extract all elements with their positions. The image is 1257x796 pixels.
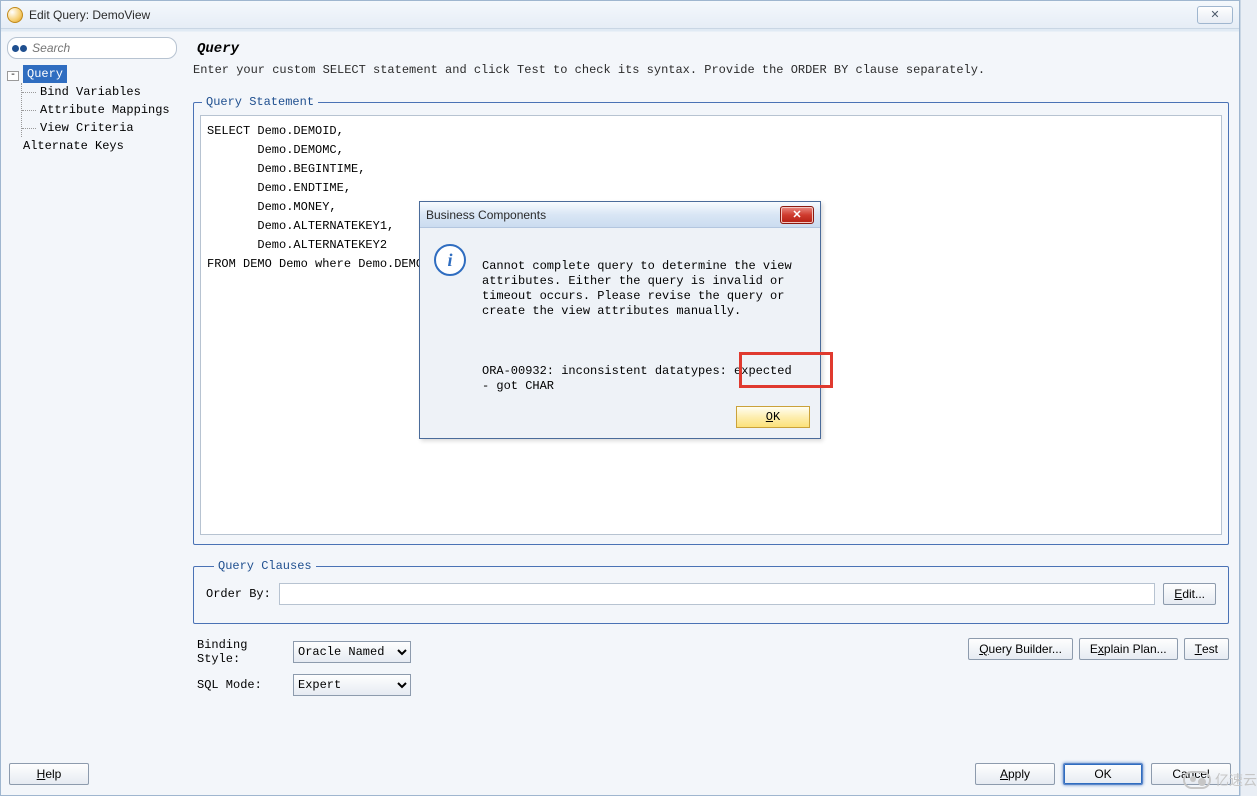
window: Edit Query: DemoView ✕ -Query Bind Varia… xyxy=(0,0,1240,796)
query-statement-legend: Query Statement xyxy=(202,95,318,109)
query-clauses-legend: Query Clauses xyxy=(214,559,316,573)
lower-controls: Binding Style: Oracle Named SQL Mode: Ex… xyxy=(193,638,1229,696)
watermark: 亿速云 xyxy=(1183,770,1257,790)
order-by-label: Order By: xyxy=(206,587,271,601)
titlebar: Edit Query: DemoView ✕ xyxy=(1,1,1239,29)
query-builder-button[interactable]: Query Builder... xyxy=(968,638,1073,660)
tree-node-bind-variables[interactable]: Bind Variables xyxy=(22,83,177,101)
binoculars-icon xyxy=(12,41,26,55)
order-by-input[interactable] xyxy=(279,583,1155,605)
window-close-button[interactable]: ✕ xyxy=(1197,6,1233,24)
tree-label-query: Query xyxy=(23,65,67,83)
sql-mode-row: SQL Mode: Expert xyxy=(197,674,411,696)
ok-button[interactable]: OK xyxy=(1063,763,1143,785)
search-input[interactable] xyxy=(30,40,172,56)
edit-button[interactable]: Edit... xyxy=(1163,583,1216,605)
dialog-message-main: Cannot complete query to determine the v… xyxy=(482,259,792,318)
close-icon: ✕ xyxy=(792,208,801,221)
binding-style-select[interactable]: Oracle Named xyxy=(293,641,411,663)
dialog-message-error: ORA-00932: inconsistent datatypes: expec… xyxy=(482,364,792,393)
binding-style-row: Binding Style: Oracle Named xyxy=(197,638,411,666)
explain-plan-button[interactable]: Explain Plan... xyxy=(1079,638,1178,660)
error-dialog: Business Components ✕ i Cannot complete … xyxy=(419,201,821,439)
nav-tree: -Query Bind Variables Attribute Mappings… xyxy=(7,65,177,155)
sql-mode-label: SQL Mode: xyxy=(197,678,285,692)
tree-node-view-criteria[interactable]: View Criteria xyxy=(22,119,177,137)
binding-style-label: Binding Style: xyxy=(197,638,285,666)
search-box[interactable] xyxy=(7,37,177,59)
dialog-button-row: OK xyxy=(420,400,820,438)
window-title: Edit Query: DemoView xyxy=(29,8,150,22)
tree-children: Bind Variables Attribute Mappings View C… xyxy=(21,83,177,137)
sql-mode-select[interactable]: Expert xyxy=(293,674,411,696)
tree-label: Bind Variables xyxy=(40,85,141,99)
dialog-body: i Cannot complete query to determine the… xyxy=(420,228,820,400)
instruction-text: Enter your custom SELECT statement and c… xyxy=(193,63,1229,77)
watermark-text: 亿速云 xyxy=(1215,770,1257,790)
app-icon xyxy=(7,7,23,23)
tree-label: Alternate Keys xyxy=(23,139,124,153)
query-clauses-fieldset: Query Clauses Order By: Edit... xyxy=(193,559,1229,624)
test-button[interactable]: Test xyxy=(1184,638,1229,660)
help-button[interactable]: Help xyxy=(9,763,89,785)
dialog-ok-button[interactable]: OK xyxy=(736,406,810,428)
background-edge xyxy=(1240,0,1257,796)
tree-node-attribute-mappings[interactable]: Attribute Mappings xyxy=(22,101,177,119)
dialog-close-button[interactable]: ✕ xyxy=(780,206,814,224)
tree-label: Attribute Mappings xyxy=(40,103,170,117)
bottom-bar: Help Apply OK Cancel xyxy=(9,763,1231,785)
dialog-title: Business Components xyxy=(426,208,546,222)
apply-button[interactable]: Apply xyxy=(975,763,1055,785)
page-title: Query xyxy=(197,41,1229,57)
watermark-icon xyxy=(1183,771,1211,789)
order-by-row: Order By: Edit... xyxy=(206,583,1216,605)
tree-label: View Criteria xyxy=(40,121,134,135)
sidebar: -Query Bind Variables Attribute Mappings… xyxy=(1,29,183,749)
dialog-message: Cannot complete query to determine the v… xyxy=(482,244,806,394)
close-icon: ✕ xyxy=(1210,8,1219,21)
tree-node-alternate-keys[interactable]: Alternate Keys xyxy=(7,137,177,155)
dialog-titlebar: Business Components ✕ xyxy=(420,202,820,228)
collapse-icon[interactable]: - xyxy=(7,71,19,81)
info-icon: i xyxy=(434,244,466,276)
tree-node-query[interactable]: -Query Bind Variables Attribute Mappings… xyxy=(7,65,177,137)
